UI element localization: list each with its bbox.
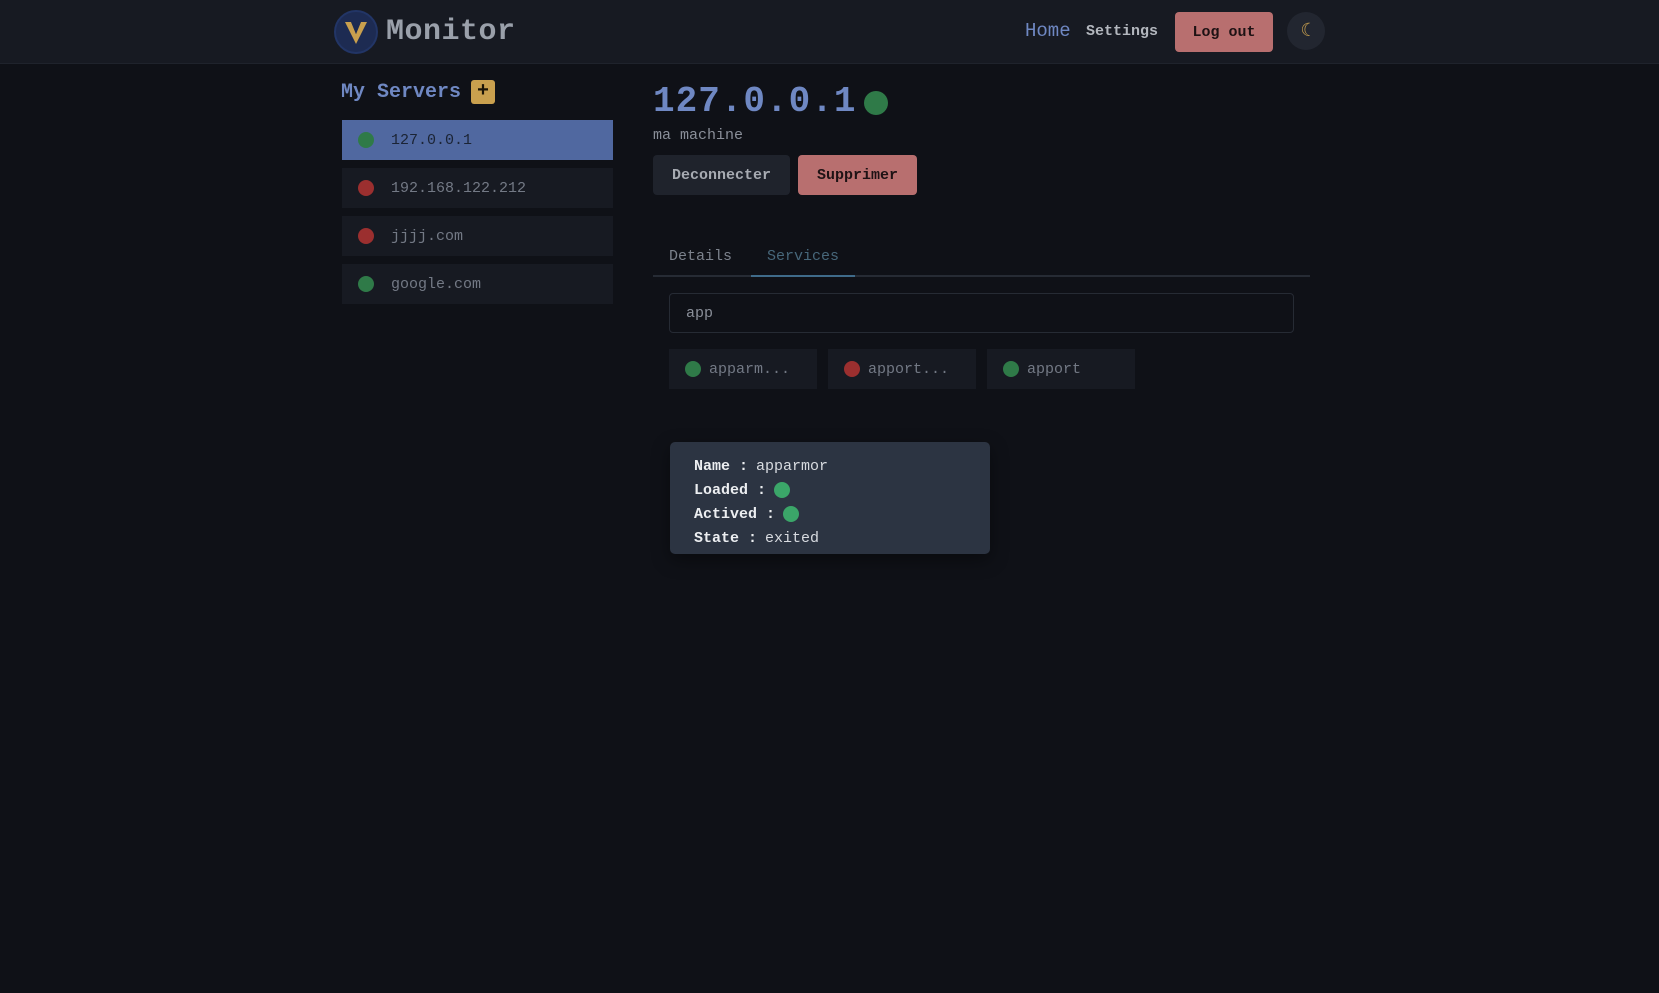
tooltip-actived-key: Actived :: [694, 505, 776, 523]
server-name: 127.0.0.1: [391, 131, 473, 149]
server-item[interactable]: jjjj.com: [342, 216, 613, 256]
top-bar: Monitor Home Settings Log out ☾: [0, 0, 1659, 64]
status-offline-icon: [358, 180, 374, 196]
status-active-icon: [685, 361, 701, 377]
status-online-icon: [358, 276, 374, 292]
tooltip-actived-row: Actived :: [694, 502, 966, 526]
server-header: 127.0.0.1: [653, 80, 889, 122]
nav-home-link[interactable]: Home: [1025, 20, 1071, 42]
status-loaded-icon: [774, 482, 791, 498]
logo-icon: [334, 10, 378, 54]
server-description: ma machine: [653, 127, 744, 144]
tooltip-name-value: apparmor: [756, 457, 829, 475]
service-card[interactable]: apport...: [828, 349, 976, 389]
status-actived-icon: [783, 506, 800, 522]
delete-button[interactable]: Supprimer: [798, 155, 917, 195]
add-server-button[interactable]: +: [471, 80, 496, 104]
server-list: 127.0.0.1 192.168.122.212 jjjj.com googl…: [342, 120, 613, 312]
status-inactive-icon: [844, 361, 860, 377]
status-online-icon: [864, 91, 889, 115]
tooltip-name-key: Name :: [694, 457, 749, 475]
server-item[interactable]: 192.168.122.212: [342, 168, 613, 208]
service-tooltip: Name : apparmor Loaded : Actived : State…: [670, 442, 990, 554]
server-name: google.com: [391, 275, 482, 293]
service-name: apport: [1027, 360, 1082, 378]
tab-services[interactable]: Services: [751, 233, 856, 277]
status-offline-icon: [358, 228, 374, 244]
tooltip-state-value: exited: [765, 529, 820, 547]
server-name: jjjj.com: [391, 227, 464, 245]
brand[interactable]: Monitor: [334, 10, 516, 54]
server-item[interactable]: google.com: [342, 264, 613, 304]
tooltip-loaded-key: Loaded :: [694, 481, 767, 499]
server-name: 192.168.122.212: [391, 179, 527, 197]
sidebar-header: My Servers +: [341, 78, 496, 106]
service-card[interactable]: apparm...: [669, 349, 817, 389]
nav-settings-link[interactable]: Settings: [1086, 23, 1158, 40]
server-item[interactable]: 127.0.0.1: [342, 120, 613, 160]
status-active-icon: [1003, 361, 1019, 377]
tooltip-state-row: State : exited: [694, 526, 966, 550]
app-title: Monitor: [386, 15, 516, 49]
tooltip-name-row: Name : apparmor: [694, 454, 966, 478]
service-name: apport...: [868, 360, 950, 378]
service-search-input[interactable]: [669, 293, 1294, 333]
tooltip-loaded-row: Loaded :: [694, 478, 966, 502]
service-name: apparm...: [709, 360, 791, 378]
status-online-icon: [358, 132, 374, 148]
disconnect-button[interactable]: Deconnecter: [653, 155, 790, 195]
logout-button[interactable]: Log out: [1175, 12, 1273, 52]
sidebar-title: My Servers: [341, 80, 462, 104]
page-title: 127.0.0.1: [653, 80, 857, 122]
tab-bar: Details Services: [653, 233, 1310, 277]
service-card[interactable]: apport: [987, 349, 1135, 389]
tab-details[interactable]: Details: [653, 233, 748, 277]
moon-icon[interactable]: ☾: [1287, 12, 1325, 50]
tooltip-state-key: State :: [694, 529, 758, 547]
